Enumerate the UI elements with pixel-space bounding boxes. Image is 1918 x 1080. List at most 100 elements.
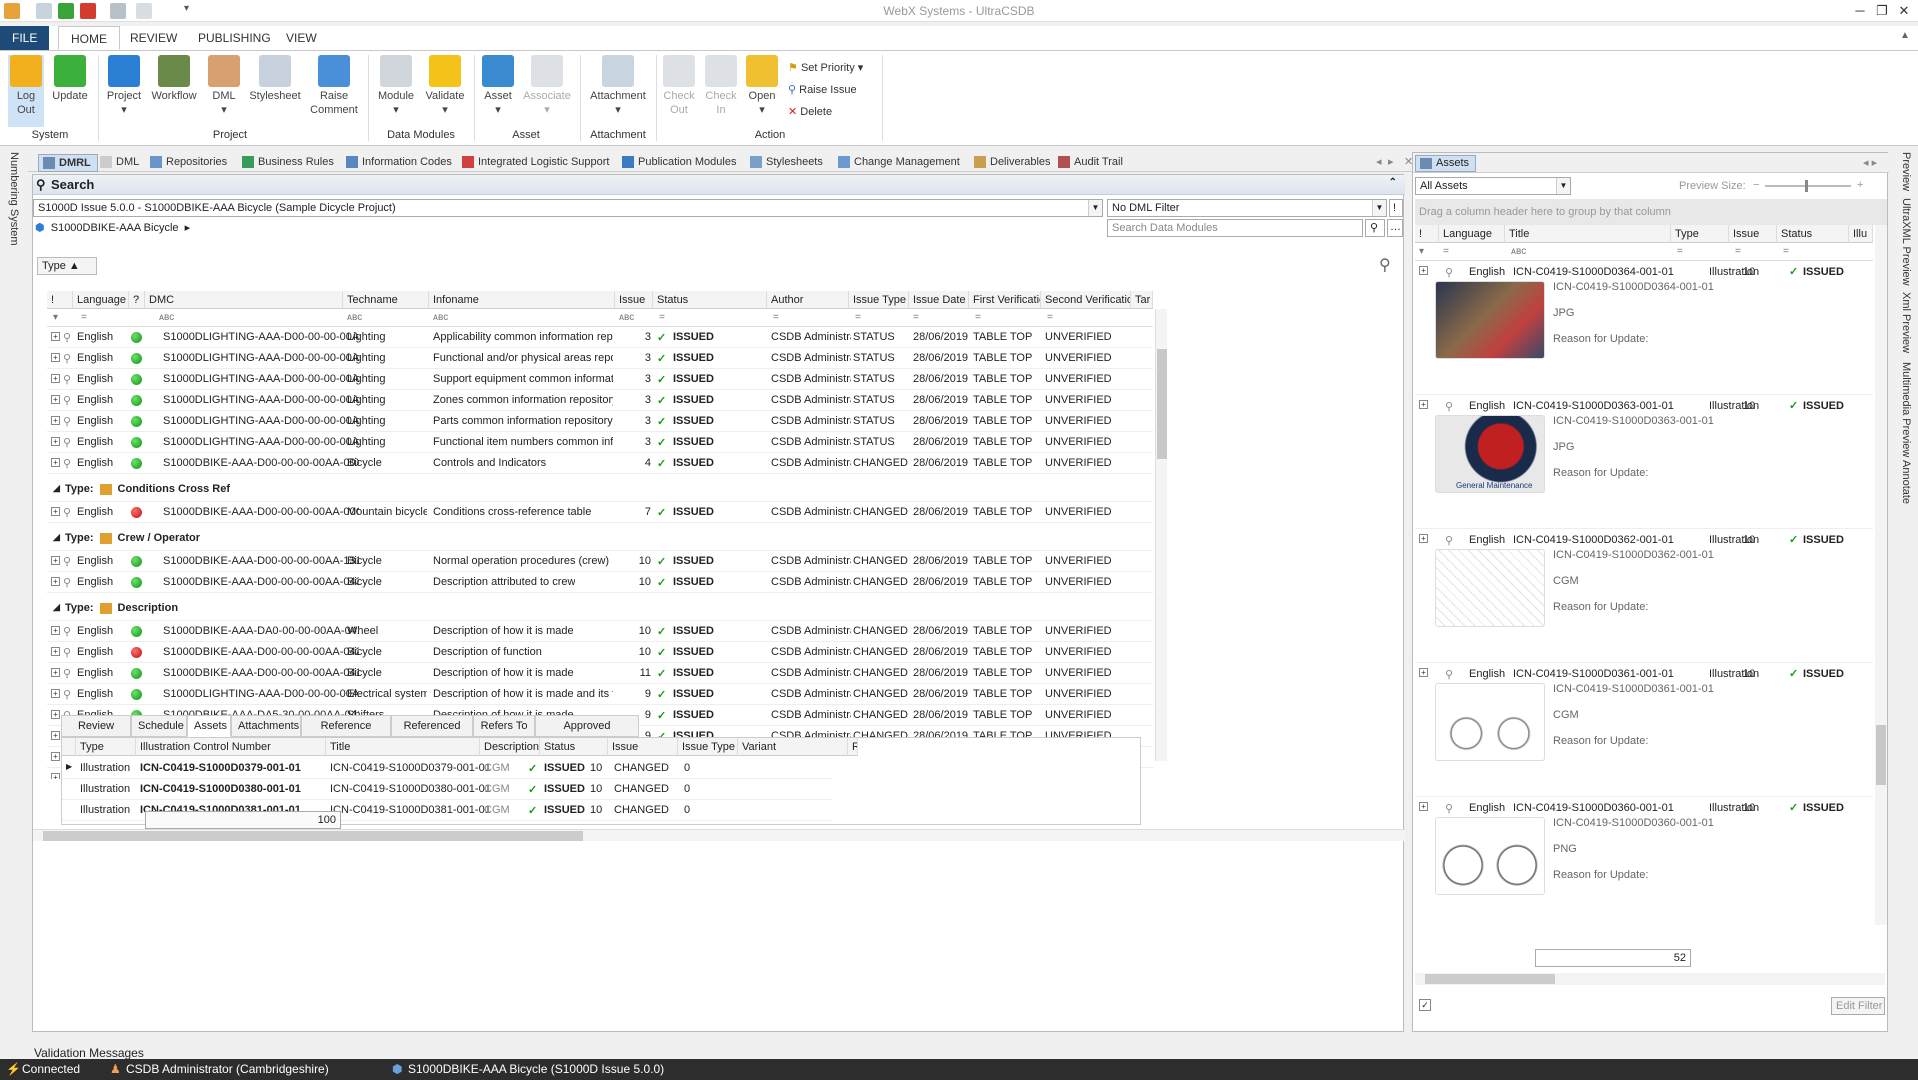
expand-icon[interactable]: + [1419,668,1428,677]
expand-icon[interactable]: + [51,626,60,635]
preview-side-tab[interactable]: Preview [1900,152,1912,191]
expand-icon[interactable]: + [51,416,60,425]
col-issue-date[interactable]: Issue Date [909,291,969,309]
acol-illu[interactable]: Illu [1849,225,1873,243]
tab-publication-modules[interactable]: Publication Modules [622,154,736,172]
table-row[interactable]: + ⚲ English S1000DBIKE-AAA-D00-00-00-00AA-0… [47,502,1153,523]
col-tar[interactable]: Tar [1131,291,1153,309]
expand-icon[interactable]: + [1419,534,1428,543]
nav-next-icon[interactable]: ▸ [1388,155,1394,168]
group-by-type-chip[interactable]: Type ▲ [37,257,97,275]
acol-priority[interactable]: ! [1415,225,1439,243]
search-button[interactable]: ⚲ [1365,219,1385,237]
tab-audit-trail[interactable]: Audit Trail [1058,154,1123,172]
associate-button[interactable]: Associate ▾ [522,55,572,117]
expand-icon[interactable]: + [51,507,60,516]
table-row[interactable]: + ⚲ English S1000DBIKE-AAA-D00-00-00-00AA-0… [47,453,1153,474]
expand-icon[interactable]: + [51,437,60,446]
expand-icon[interactable]: + [51,458,60,467]
col-status[interactable]: Status [653,291,767,309]
workflow-button[interactable]: Workflow [148,55,200,103]
filter-row[interactable]: ▾ = ᴀʙᴄ ᴀʙᴄ ᴀʙᴄ ᴀʙᴄ = = = = = = [47,309,1153,327]
table-row[interactable]: + ⚲ English S1000DBIKE-AAA-D00-00-00-00AA-1… [47,551,1153,572]
tab-information-codes[interactable]: Information Codes [346,154,452,172]
detail-tab[interactable]: Attachments [231,715,301,737]
tab-dml[interactable]: DML [100,154,139,172]
assets-nav-icon[interactable]: ◂ ▸ [1863,156,1877,169]
tab-review[interactable]: REVIEW [118,26,189,50]
asset-card-header[interactable]: + English ICN-C0419-S1000D0361-001-01 Illus… [1415,665,1873,681]
col-priority[interactable]: ! [47,291,73,309]
raise-comment-button[interactable]: Raise Comment [306,55,362,117]
col-dmc[interactable]: DMC [145,291,343,309]
nav-prev-icon[interactable]: ◂ [1376,155,1382,168]
expand-icon[interactable]: + [51,752,60,761]
open-button[interactable]: Open ▾ [744,55,780,117]
acol-language[interactable]: Language [1439,225,1505,243]
update-button[interactable]: Update [48,55,92,103]
detail-tab[interactable]: Referenced By [391,715,473,752]
detail-col[interactable]: Issue [608,738,678,756]
module-button[interactable]: Module ▾ [374,55,418,117]
col-techname[interactable]: Techname [343,291,429,309]
asset-card[interactable]: + English ICN-C0419-S1000D0362-001-01 Illus… [1415,529,1873,663]
asset-card[interactable]: + English ICN-C0419-S1000D0363-001-01 Illus… [1415,395,1873,529]
asset-button[interactable]: Asset ▾ [478,55,518,117]
tab-change-management[interactable]: Change Management [838,154,960,172]
expand-icon[interactable]: + [51,577,60,586]
xml-preview-side-tab[interactable]: Xml Preview [1900,292,1912,353]
multimedia-preview-side-tab[interactable]: Multimedia Preview [1900,362,1912,457]
detail-col[interactable]: Type [76,738,136,756]
asset-card-header[interactable]: + English ICN-C0419-S1000D0363-001-01 Illus… [1415,397,1873,413]
asset-card-header[interactable]: + English ICN-C0419-S1000D0364-001-01 Illus… [1415,263,1873,279]
asset-card-header[interactable]: + English ICN-C0419-S1000D0362-001-01 Illus… [1415,531,1873,547]
search-data-modules-input[interactable]: Search Data Modules [1107,219,1363,237]
expand-icon[interactable]: + [51,556,60,565]
filter-warning-button[interactable]: ! [1389,199,1403,217]
page-count-field[interactable]: 100 [145,811,341,829]
tab-dmrl[interactable]: DMRL [38,154,98,172]
detail-tab[interactable]: Assets [187,715,231,737]
col-info[interactable]: ? [129,291,145,309]
tab-assets[interactable]: Assets [1415,155,1477,172]
asset-thumbnail[interactable] [1435,549,1545,627]
detail-tab[interactable]: Schedule [131,715,187,737]
expand-icon[interactable]: + [51,731,60,740]
collapse-icon[interactable]: ◢ [53,532,60,543]
expand-icon[interactable]: + [51,710,60,719]
expand-icon[interactable]: + [1419,802,1428,811]
tab-ils[interactable]: Integrated Logistic Support [462,154,609,172]
tab-stylesheets[interactable]: Stylesheets [750,154,823,172]
detail-col[interactable]: Description [480,738,540,756]
grid-vscrollbar[interactable] [1155,309,1167,761]
tab-publishing[interactable]: PUBLISHING [186,26,283,50]
filter-enable-checkbox[interactable]: ✓ [1419,999,1431,1011]
detail-tab[interactable]: Review Status [61,715,131,752]
asset-filter-row[interactable]: ▾ = ᴀʙᴄ = = = [1415,243,1873,261]
project-button[interactable]: Project ▾ [104,55,144,117]
expand-icon[interactable]: + [51,332,60,341]
edit-filter-button[interactable]: Edit Filter [1831,997,1885,1015]
asset-thumbnail[interactable]: General Maintenance [1435,415,1545,493]
tab-view[interactable]: VIEW [274,26,329,50]
table-row[interactable]: + ⚲ English S1000DBIKE-AAA-D00-00-00-00AA-0… [47,663,1153,684]
preview-size-slider[interactable] [1765,180,1851,192]
acol-type[interactable]: Type [1671,225,1729,243]
expand-icon[interactable]: + [1419,400,1428,409]
table-row[interactable]: + ⚲ English S1000DLIGHTING-AAA-D00-00-00-00… [47,684,1153,705]
detail-col[interactable]: Reason for Update [848,738,858,756]
detail-tab[interactable]: Refers To [473,715,535,737]
group-header[interactable]: ◢ Type: Conditions Cross Ref [47,474,1153,502]
minimize-button[interactable]: ─ [1850,2,1870,20]
assets-hscrollbar[interactable] [1415,973,1885,985]
asset-card[interactable]: + English ICN-C0419-S1000D0361-001-01 Illus… [1415,663,1873,797]
table-row[interactable]: + ⚲ English S1000DLIGHTING-AAA-D00-00-00-00… [47,390,1153,411]
table-row[interactable]: + ⚲ English S1000DLIGHTING-AAA-D00-00-00-00… [47,327,1153,348]
dml-filter-combo[interactable]: No DML Filter ▼ [1107,199,1387,217]
expand-icon[interactable]: + [51,374,60,383]
group-header[interactable]: ◢ Type: Description [47,593,1153,621]
asset-count-field[interactable]: 52 [1535,949,1691,967]
acol-status[interactable]: Status [1777,225,1849,243]
tab-home[interactable]: HOME [58,26,120,50]
tab-repositories[interactable]: Repositories [150,154,227,172]
